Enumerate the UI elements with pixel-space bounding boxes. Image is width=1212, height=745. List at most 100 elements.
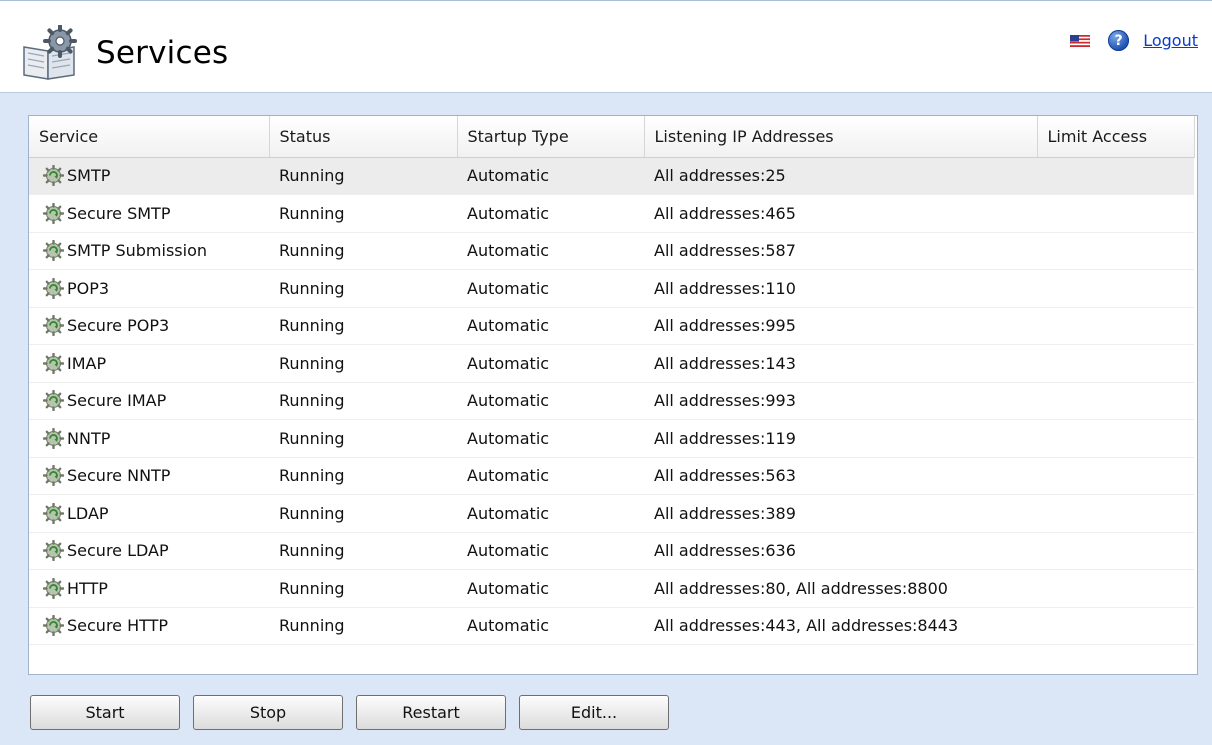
cell-startup-type: Automatic xyxy=(457,269,644,308)
cell-listening-ip-addresses: All addresses:25 xyxy=(644,157,1037,195)
cell-startup-type: Automatic xyxy=(457,194,644,233)
cell-limit-access xyxy=(1037,569,1194,608)
cell-service: POP3 xyxy=(29,269,269,308)
cell-limit-access xyxy=(1037,532,1194,570)
us-flag-icon[interactable] xyxy=(1070,34,1091,47)
cell-service: Secure LDAP xyxy=(29,532,269,570)
service-gear-icon xyxy=(43,240,64,262)
service-name: NNTP xyxy=(67,428,111,448)
cell-status: Running xyxy=(269,457,457,495)
cell-limit-access xyxy=(1037,194,1194,233)
cell-listening-ip-addresses: All addresses:110 xyxy=(644,269,1037,308)
header-actions: ? Logout xyxy=(1070,30,1198,51)
cell-startup-type: Automatic xyxy=(457,157,644,195)
cell-service: Secure IMAP xyxy=(29,382,269,420)
cell-limit-access xyxy=(1037,419,1194,458)
service-gear-icon xyxy=(43,390,64,412)
column-header-status[interactable]: Status xyxy=(269,116,458,158)
cell-service: IMAP xyxy=(29,344,269,383)
cell-listening-ip-addresses: All addresses:80, All addresses:8800 xyxy=(644,569,1037,608)
cell-status: Running xyxy=(269,494,457,533)
page-header: Services ? Logout xyxy=(0,0,1212,93)
cell-startup-type: Automatic xyxy=(457,569,644,608)
service-gear-icon xyxy=(43,315,64,337)
cell-service: SMTP Submission xyxy=(29,232,269,270)
table-row[interactable]: NNTP Running Automatic All addresses:119 xyxy=(29,419,1194,458)
cell-limit-access xyxy=(1037,494,1194,533)
start-button[interactable]: Start xyxy=(30,695,180,730)
cell-status: Running xyxy=(269,607,457,645)
cell-listening-ip-addresses: All addresses:443, All addresses:8443 xyxy=(644,607,1037,645)
cell-startup-type: Automatic xyxy=(457,532,644,570)
action-buttons: Start Stop Restart Edit... xyxy=(30,695,682,730)
service-gear-icon xyxy=(43,502,64,524)
service-name: LDAP xyxy=(67,503,109,523)
service-name: Secure LDAP xyxy=(67,541,169,561)
service-gear-icon xyxy=(43,352,64,374)
help-icon[interactable]: ? xyxy=(1108,30,1130,51)
page-title: Services xyxy=(96,35,229,71)
cell-startup-type: Automatic xyxy=(457,457,644,495)
cell-status: Running xyxy=(269,344,457,383)
cell-status: Running xyxy=(269,569,457,608)
cell-status: Running xyxy=(269,269,457,308)
service-gear-icon xyxy=(43,202,64,224)
cell-startup-type: Automatic xyxy=(457,494,644,533)
stop-button[interactable]: Stop xyxy=(193,695,343,730)
cell-startup-type: Automatic xyxy=(457,344,644,383)
cell-listening-ip-addresses: All addresses:995 xyxy=(644,307,1037,345)
service-name: Secure NNTP xyxy=(67,466,171,486)
table-row[interactable]: Secure IMAP Running Automatic All addresses… xyxy=(29,382,1194,420)
service-name: Secure IMAP xyxy=(67,391,167,411)
table-row[interactable]: Secure HTTP Running Automatic All addresses… xyxy=(29,607,1194,645)
cell-listening-ip-addresses: All addresses:587 xyxy=(644,232,1037,270)
table-row[interactable]: POP3 Running Automatic All addresses:110 xyxy=(29,269,1194,308)
cell-startup-type: Automatic xyxy=(457,419,644,458)
column-header-service[interactable]: Service xyxy=(29,116,270,158)
table-row[interactable]: Secure LDAP Running Automatic All addresses… xyxy=(29,532,1194,570)
table-row[interactable]: Secure SMTP Running Automatic All addresses… xyxy=(29,194,1194,233)
restart-button[interactable]: Restart xyxy=(356,695,506,730)
cell-listening-ip-addresses: All addresses:143 xyxy=(644,344,1037,383)
logout-link[interactable]: Logout xyxy=(1143,31,1198,50)
cell-limit-access xyxy=(1037,457,1194,495)
cell-listening-ip-addresses: All addresses:993 xyxy=(644,382,1037,420)
service-gear-icon xyxy=(43,577,64,599)
cell-service: SMTP xyxy=(29,157,269,195)
table-row[interactable]: HTTP Running Automatic All addresses:80, Al… xyxy=(29,569,1194,608)
cell-limit-access xyxy=(1037,157,1194,195)
table-row[interactable]: IMAP Running Automatic All addresses:143 xyxy=(29,344,1194,383)
service-name: SMTP xyxy=(67,166,111,186)
cell-listening-ip-addresses: All addresses:563 xyxy=(644,457,1037,495)
cell-limit-access xyxy=(1037,232,1194,270)
services-table: Service Status Startup Type Listening IP… xyxy=(29,116,1195,645)
table-row[interactable]: SMTP Submission Running Automatic All addre… xyxy=(29,232,1194,270)
column-header-startup-type[interactable]: Startup Type xyxy=(457,116,645,158)
table-row[interactable]: SMTP Running Automatic All addresses:25 xyxy=(29,157,1194,195)
service-name: POP3 xyxy=(67,278,110,298)
cell-startup-type: Automatic xyxy=(457,607,644,645)
table-row[interactable]: Secure POP3 Running Automatic All addresses… xyxy=(29,307,1194,345)
column-header-listening-ip-addresses[interactable]: Listening IP Addresses xyxy=(644,116,1038,158)
table-row[interactable]: Secure NNTP Running Automatic All addresses… xyxy=(29,457,1194,495)
cell-status: Running xyxy=(269,307,457,345)
service-gear-icon xyxy=(43,277,64,299)
cell-status: Running xyxy=(269,232,457,270)
services-book-gear-icon xyxy=(23,25,77,80)
service-gear-icon xyxy=(43,540,64,562)
table-row[interactable]: LDAP Running Automatic All addresses:389 xyxy=(29,494,1194,533)
cell-service: Secure HTTP xyxy=(29,607,269,645)
service-gear-icon xyxy=(43,427,64,449)
service-gear-icon xyxy=(43,615,64,637)
column-header-limit-access[interactable]: Limit Access xyxy=(1037,116,1195,158)
cell-status: Running xyxy=(269,194,457,233)
cell-limit-access xyxy=(1037,607,1194,645)
service-name: Secure SMTP xyxy=(67,203,171,223)
edit-button[interactable]: Edit... xyxy=(519,695,669,730)
service-name: Secure POP3 xyxy=(67,316,170,336)
cell-service: LDAP xyxy=(29,494,269,533)
cell-service: NNTP xyxy=(29,419,269,458)
service-gear-icon xyxy=(43,165,64,187)
service-name: HTTP xyxy=(67,578,108,598)
cell-listening-ip-addresses: All addresses:636 xyxy=(644,532,1037,570)
